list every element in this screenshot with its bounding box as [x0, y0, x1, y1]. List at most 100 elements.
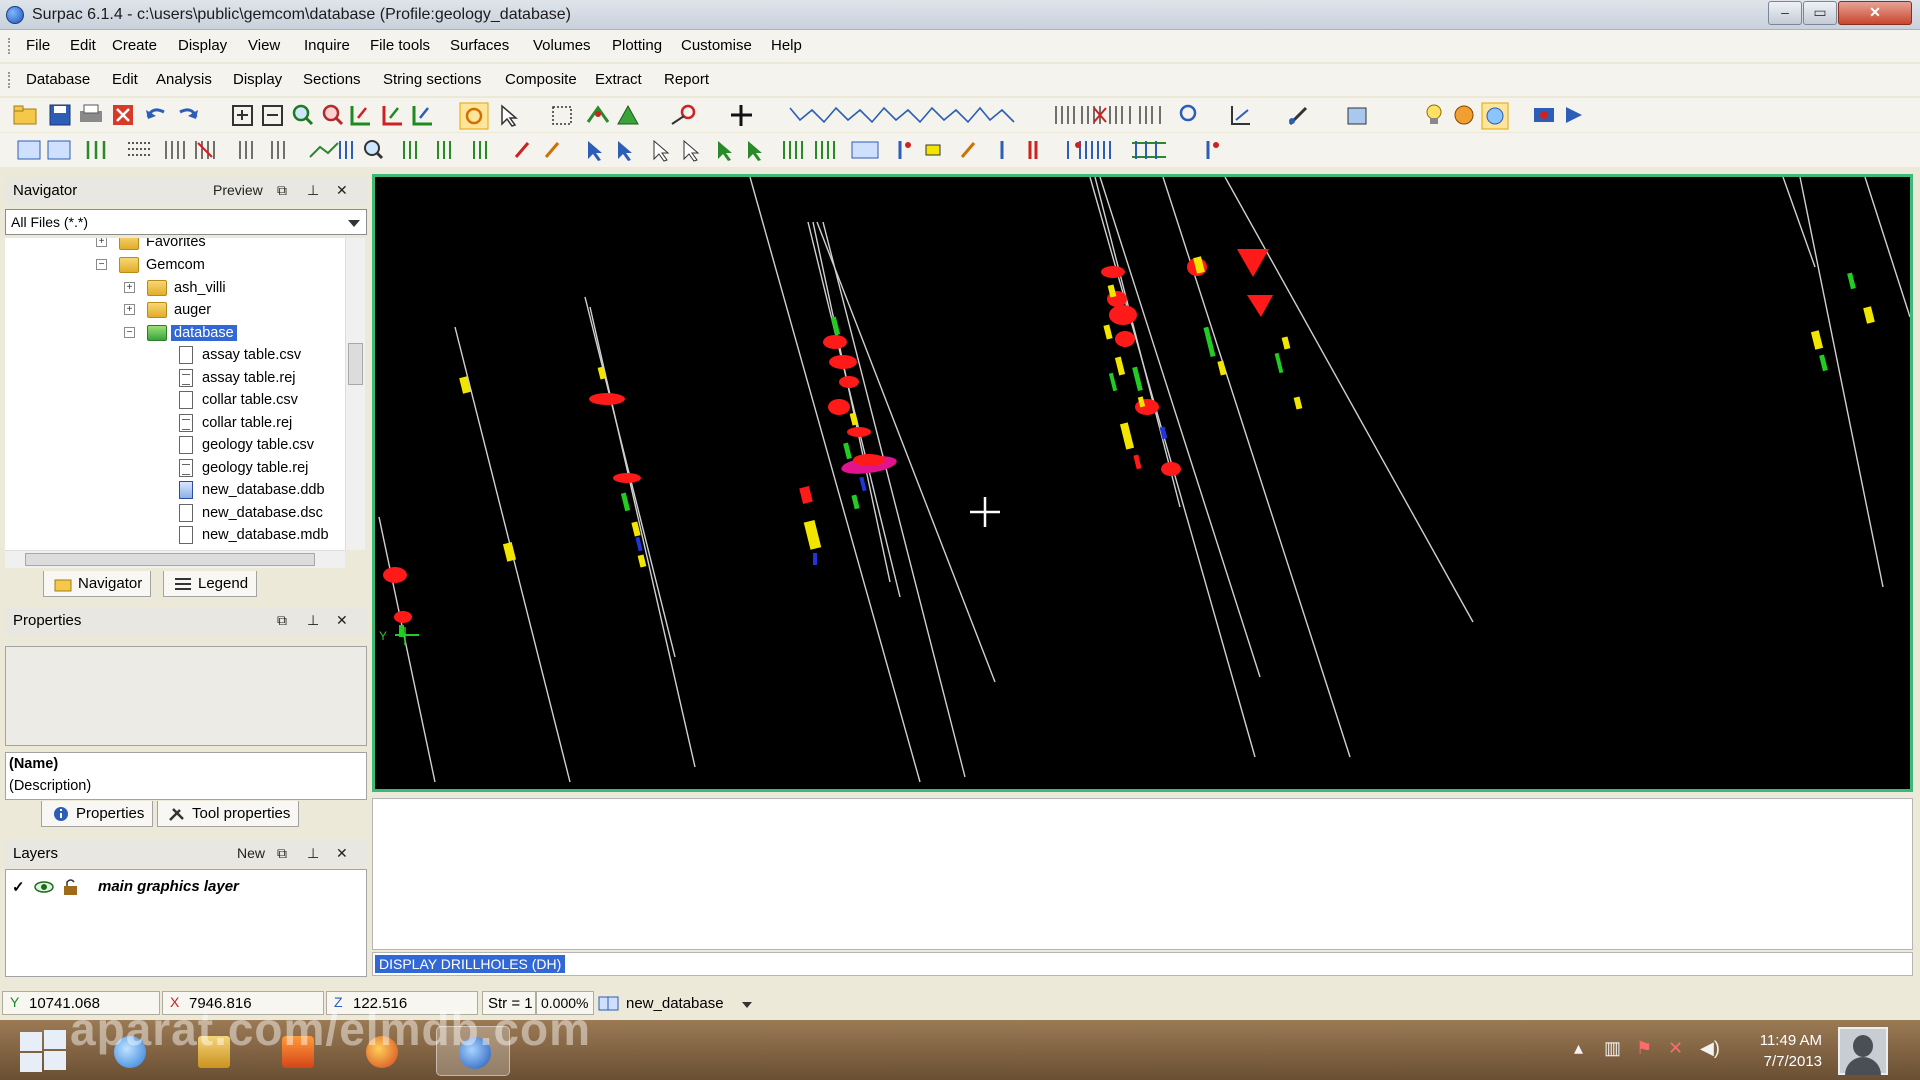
system-clock[interactable]: 11:49 AM 7/7/2013: [1740, 1030, 1822, 1072]
minimize-button[interactable]: –: [1768, 1, 1802, 25]
eye-icon[interactable]: [34, 879, 54, 895]
pin-icon[interactable]: ⊥: [307, 182, 319, 199]
menu-extract[interactable]: Extract: [595, 71, 642, 88]
lock-icon[interactable]: [61, 878, 81, 896]
light-bulb-icon[interactable]: [1426, 104, 1442, 124]
menu-database[interactable]: Database: [26, 71, 90, 88]
volume-icon[interactable]: ◀): [1700, 1038, 1720, 1059]
pointer-icon[interactable]: [501, 104, 519, 127]
collapse-icon[interactable]: −: [96, 259, 107, 270]
zoom-in-icon[interactable]: [292, 104, 314, 126]
zoom-out-icon[interactable]: [322, 104, 344, 126]
new-layer-button[interactable]: New: [237, 845, 265, 861]
pin-icon[interactable]: ⊥: [307, 612, 319, 629]
db-zoom-icon[interactable]: [364, 140, 384, 160]
menu-inquire[interactable]: Inquire: [304, 37, 350, 54]
menu-display[interactable]: Display: [178, 37, 227, 54]
collapse-icon[interactable]: −: [124, 327, 135, 338]
crosshair-icon[interactable]: [731, 105, 752, 126]
redo-icon[interactable]: [179, 108, 198, 119]
string-tools-icon[interactable]: [789, 106, 1015, 124]
select-box-icon[interactable]: [552, 106, 572, 125]
menu-file[interactable]: File: [26, 37, 50, 54]
menu-string-sections[interactable]: String sections: [383, 71, 481, 88]
menu-db-display[interactable]: Display: [233, 71, 282, 88]
menu-volumes[interactable]: Volumes: [533, 37, 591, 54]
record-icon[interactable]: [1534, 108, 1554, 122]
menu-composite[interactable]: Composite: [505, 71, 577, 88]
menu-customise[interactable]: Customise: [681, 37, 752, 54]
user-avatar[interactable]: [1838, 1027, 1888, 1075]
expand-icon[interactable]: +: [124, 304, 135, 315]
zoom-extents-icon[interactable]: [262, 105, 283, 126]
filter-icon[interactable]: [1347, 107, 1367, 125]
lighting-icon[interactable]: [1454, 105, 1474, 125]
float-icon[interactable]: ⧉: [277, 612, 287, 629]
panel-close-icon[interactable]: ✕: [336, 612, 348, 629]
close-button[interactable]: ✕: [1838, 1, 1912, 25]
graphics-viewport[interactable]: Y: [372, 174, 1913, 792]
tree-vertical-scrollbar[interactable]: [345, 238, 365, 550]
db-section-icons[interactable]: [403, 141, 560, 159]
db-pointer-icons[interactable]: [588, 139, 762, 162]
expand-icon[interactable]: +: [124, 282, 135, 293]
tab-navigator[interactable]: Navigator: [43, 571, 152, 597]
scroll-thumb[interactable]: [25, 553, 315, 566]
menu-file-tools[interactable]: File tools: [370, 37, 430, 54]
rotate-z-icon[interactable]: [382, 106, 402, 126]
menu-grip[interactable]: [8, 72, 11, 88]
preview-button[interactable]: Preview: [213, 182, 263, 198]
play-icon[interactable]: [1566, 107, 1582, 123]
menu-grip[interactable]: [8, 38, 11, 54]
panel-close-icon[interactable]: ✕: [336, 845, 348, 862]
graph-icon[interactable]: [1231, 106, 1250, 125]
active-database-select[interactable]: new_database: [598, 992, 756, 1016]
menu-view[interactable]: View: [248, 37, 280, 54]
menu-report[interactable]: Report: [664, 71, 709, 88]
pen-icon[interactable]: [1288, 106, 1308, 126]
network-icon[interactable]: ▥: [1604, 1038, 1621, 1059]
drillhole-display[interactable]: Y: [375, 177, 1910, 789]
menu-help[interactable]: Help: [771, 37, 802, 54]
layer-item[interactable]: ✓ main graphics layer: [6, 876, 364, 900]
expand-icon[interactable]: +: [96, 238, 107, 247]
maximize-button[interactable]: ▭: [1803, 1, 1837, 25]
panel-close-icon[interactable]: ✕: [336, 182, 348, 199]
menu-edit[interactable]: Edit: [70, 37, 96, 54]
action-center-icon[interactable]: ⚑: [1636, 1038, 1652, 1059]
db-column-icons[interactable]: [783, 141, 911, 159]
tab-legend[interactable]: Legend: [163, 571, 258, 597]
measure-icon[interactable]: [671, 104, 696, 125]
show-hidden-icons[interactable]: ▴: [1574, 1038, 1583, 1059]
save-icon[interactable]: [49, 104, 71, 126]
pin-icon[interactable]: ⊥: [307, 845, 319, 862]
perspective-icon[interactable]: [1481, 102, 1509, 130]
float-icon[interactable]: ⧉: [277, 845, 287, 862]
close-file-icon[interactable]: [113, 105, 133, 125]
file-filter-select[interactable]: All Files (*.*): [5, 209, 367, 235]
zoom-window-icon[interactable]: [232, 105, 253, 126]
db-open-icon[interactable]: [17, 140, 71, 160]
tab-tool-properties[interactable]: Tool properties: [157, 801, 300, 827]
menu-analysis[interactable]: Analysis: [156, 71, 212, 88]
menu-surfaces[interactable]: Surfaces: [450, 37, 509, 54]
tree-horizontal-scrollbar[interactable]: [5, 550, 345, 568]
print-icon[interactable]: [80, 104, 102, 122]
undo-icon[interactable]: [146, 108, 165, 119]
surface-icon[interactable]: [617, 104, 639, 125]
start-button[interactable]: [18, 1030, 68, 1072]
db-misc-icons[interactable]: [925, 141, 1219, 159]
open-file-icon[interactable]: [13, 105, 37, 125]
float-icon[interactable]: ⧉: [277, 182, 287, 199]
drillhole-tools-icon[interactable]: [1055, 104, 1197, 124]
connection-icon[interactable]: ✕: [1668, 1038, 1683, 1059]
command-line[interactable]: DISPLAY DRILLHOLES (DH): [372, 952, 1913, 976]
rotate-y-icon[interactable]: [412, 106, 432, 126]
db-edit-icon[interactable]: [86, 141, 150, 159]
rotate-x-icon[interactable]: [350, 106, 370, 126]
scroll-thumb[interactable]: [348, 343, 363, 385]
db-drillhole-icons[interactable]: [165, 141, 353, 159]
layer-icon[interactable]: [586, 105, 610, 123]
menu-sections[interactable]: Sections: [303, 71, 361, 88]
menu-create[interactable]: Create: [112, 37, 157, 54]
